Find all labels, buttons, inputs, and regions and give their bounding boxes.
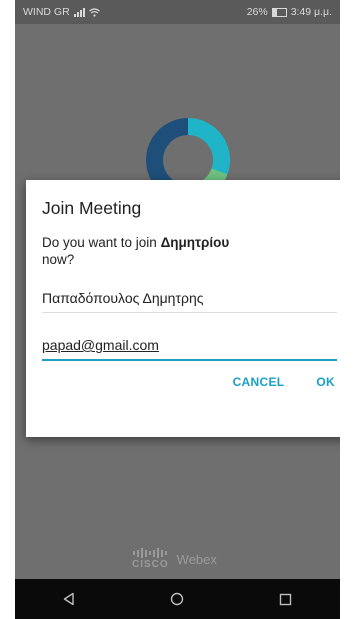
home-icon — [171, 592, 184, 606]
recents-icon — [280, 593, 292, 605]
dialog-message: Do you want to join Δημητρίου now? — [42, 234, 337, 268]
nav-recents-button[interactable] — [261, 579, 311, 619]
email-field[interactable]: papad@gmail.com — [42, 337, 337, 361]
signal-icon — [73, 7, 85, 17]
join-meeting-dialog: Join Meeting Do you want to join Δημητρί… — [26, 180, 340, 437]
name-field-value: Παπαδόπουλος Δημητρης — [42, 290, 204, 306]
clock: 3:49 μ.μ. — [290, 6, 332, 18]
message-suffix: now? — [42, 252, 75, 267]
back-icon — [63, 592, 74, 606]
cisco-bars — [133, 548, 168, 558]
nav-back-button[interactable] — [44, 579, 94, 619]
navigation-bar — [15, 579, 340, 619]
host-name: Δημητρίου — [160, 235, 230, 250]
nav-home-button[interactable] — [152, 579, 202, 619]
email-field-value: papad@gmail.com — [42, 337, 159, 353]
cisco-logo-icon: CISCO — [132, 548, 169, 570]
wifi-icon — [88, 7, 100, 17]
carrier-name: WIND GR — [23, 6, 70, 18]
ok-button[interactable]: OK — [316, 375, 335, 389]
name-field[interactable]: Παπαδόπουλος Δημητρης — [42, 290, 337, 313]
dialog-title: Join Meeting — [42, 198, 142, 218]
cancel-button[interactable]: CANCEL — [233, 375, 285, 389]
message-prefix: Do you want to join — [42, 235, 161, 250]
phone-screen: WIND GR 26% 3:49 μ.μ. Join Meeting Do yo… — [15, 0, 340, 619]
battery-icon — [271, 7, 287, 17]
status-right: 26% 3:49 μ.μ. — [247, 6, 332, 18]
cisco-wordmark: CISCO — [132, 559, 169, 570]
battery-percent: 26% — [246, 6, 268, 18]
dialog-actions: CANCEL OK — [233, 375, 335, 389]
webex-wordmark: Webex — [176, 551, 217, 567]
status-bar: WIND GR 26% 3:49 μ.μ. — [15, 0, 340, 24]
status-left: WIND GR — [23, 6, 100, 18]
branding: CISCO Webex — [132, 548, 217, 570]
